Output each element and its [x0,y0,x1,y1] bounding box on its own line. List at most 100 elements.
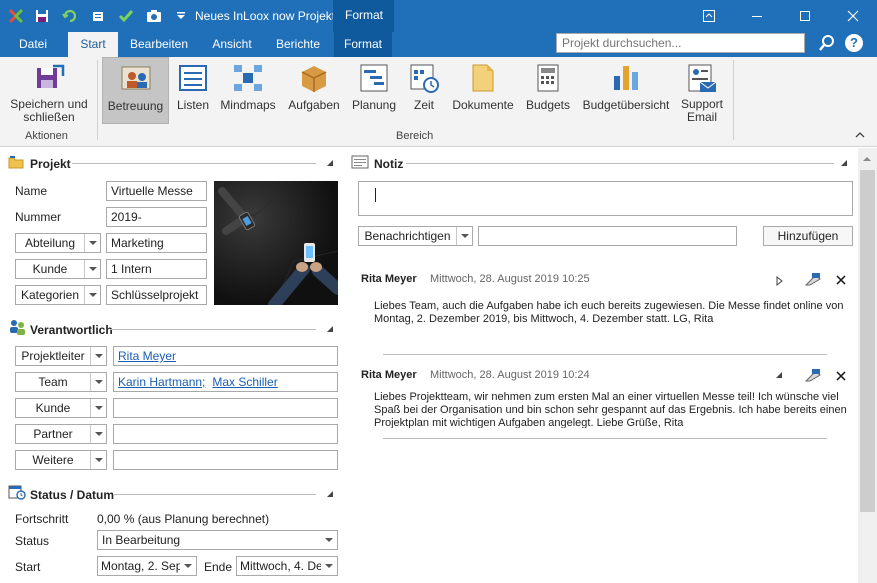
refresh-icon[interactable] [60,6,80,26]
planung-button[interactable]: Planung [348,60,400,126]
scrollbar-thumb[interactable] [860,170,875,512]
app-logo-icon[interactable] [6,6,26,26]
department-dropdown[interactable]: Abteilung [15,233,101,253]
mindmaps-button[interactable]: Mindmaps [218,60,278,126]
team-dropdown[interactable]: Team [15,372,107,392]
team-member-link[interactable]: Max Schiller [212,375,277,389]
budgets-button[interactable]: Budgets [522,60,574,126]
tab-start[interactable]: Start [68,32,118,57]
responsible-customer-dropdown[interactable]: Kunde [15,398,107,418]
customer-dropdown-label: Kunde [32,262,68,276]
chevron-down-icon [456,227,472,245]
camera-icon[interactable] [144,6,164,26]
project-number-field[interactable]: 2019- [106,207,207,227]
ribbon-display-options-icon[interactable] [686,0,732,32]
delete-note-icon[interactable] [836,274,846,285]
reply-note-icon[interactable] [804,271,822,287]
project-leader-link[interactable]: Rita Meyer [118,349,176,363]
tab-ansicht[interactable]: Ansicht [204,32,260,57]
reply-note-icon[interactable] [804,367,822,383]
tab-berichte[interactable]: Berichte [270,32,326,57]
categories-field[interactable]: Schlüsselprojekt [106,285,207,305]
partner-field[interactable] [113,424,338,444]
collapse-status-icon[interactable] [327,491,333,497]
number-label: Nummer [15,210,62,224]
note-input[interactable] [358,181,853,216]
note-body: Liebes Team, auch die Aufgaben habe ich … [374,300,844,325]
check-icon[interactable] [116,6,136,26]
mindmap-icon [232,62,264,94]
note-body: Liebes Projektteam, wir nehmen zum erste… [374,391,847,428]
customer-dropdown[interactable]: Kunde [15,259,101,279]
section-divider [114,494,316,495]
customer-field[interactable]: 1 Intern [106,259,207,279]
minimize-icon[interactable] [734,0,780,32]
end-date-picker[interactable]: Mittwoch, 4. De [236,556,338,576]
project-image[interactable] [214,181,338,305]
progress-label: Fortschritt [15,512,69,526]
delete-note-icon[interactable] [836,370,846,381]
print-icon[interactable] [88,6,108,26]
notify-label: Benachrichtigen [364,229,451,243]
team-field[interactable]: Karin Hartmann; Max Schiller [113,372,338,392]
categories-dropdown[interactable]: Kategorien [15,285,101,305]
budgetuebersicht-button[interactable]: Budgetübersicht [580,60,672,126]
close-window-icon[interactable] [830,0,876,32]
collapse-note-icon[interactable] [776,372,782,378]
collapse-ribbon-icon[interactable] [854,129,866,139]
project-leader-field[interactable]: Rita Meyer [113,346,338,366]
help-icon[interactable]: ? [845,34,863,52]
collapse-project-icon[interactable] [327,160,333,166]
project-leader-dropdown[interactable]: Projektleiter [15,346,107,366]
notes-section-heading: Notiz [374,157,404,171]
note-separator [383,354,827,355]
expand-note-icon[interactable] [776,275,784,287]
partner-dropdown[interactable]: Partner [15,424,107,444]
responsible-section-heading: Verantwortlich [30,323,113,337]
more-field[interactable] [113,450,338,470]
aufgaben-button[interactable]: Aufgaben [284,60,344,126]
title-bar: Neues InLoox now Projekt Format [0,0,877,57]
team-member-link[interactable]: Karin Hartmann; [118,375,205,389]
support-email-button[interactable]: Support Email [676,60,728,126]
maximize-icon[interactable] [782,0,828,32]
collapse-responsible-icon[interactable] [327,326,333,332]
save-icon[interactable] [32,6,52,26]
tab-format[interactable]: Format [334,32,392,57]
scroll-up-icon[interactable] [862,152,872,162]
support-email-label: Support Email [680,97,724,124]
budgetuebersicht-label: Budgetübersicht [582,98,670,112]
search-options-icon[interactable] [818,34,836,52]
customize-dropdown-icon[interactable] [174,6,188,26]
status-dropdown[interactable]: In Bearbeitung [97,530,338,550]
categories-dropdown-label: Kategorien [20,288,80,302]
collapse-notes-icon[interactable] [841,160,847,166]
lists-icon [177,62,209,94]
tab-datei[interactable]: Datei [8,32,58,57]
planung-label: Planung [351,98,397,112]
department-field[interactable]: Marketing [106,233,207,253]
listen-button[interactable]: Listen [172,60,214,126]
chevron-down-icon [84,234,100,252]
chevron-down-icon [321,557,337,575]
project-name-field[interactable]: Virtuelle Messe [106,181,207,201]
dokumente-label: Dokumente [452,98,514,112]
more-dropdown[interactable]: Weitere [15,450,107,470]
planning-icon [358,62,390,94]
add-note-button[interactable]: Hinzufügen [763,226,853,246]
section-divider [406,163,834,164]
tab-bearbeiten[interactable]: Bearbeiten [124,32,194,57]
partner-label: Partner [33,427,73,441]
dokumente-button[interactable]: Dokumente [450,60,516,126]
chevron-down-icon [90,373,106,391]
notify-recipients-field[interactable] [478,226,737,246]
note-icon [351,155,369,169]
project-search-input[interactable] [556,33,805,53]
progress-value: 0,00 % (aus Planung berechnet) [97,512,270,526]
responsible-customer-field[interactable] [113,398,338,418]
betreuung-button[interactable]: Betreuung [102,57,169,124]
zeit-button[interactable]: Zeit [404,60,444,126]
save-close-button[interactable]: Speichern und schließen [6,60,92,126]
start-date-picker[interactable]: Montag, 2. Sep [97,556,197,576]
notify-dropdown[interactable]: Benachrichtigen [358,226,473,246]
